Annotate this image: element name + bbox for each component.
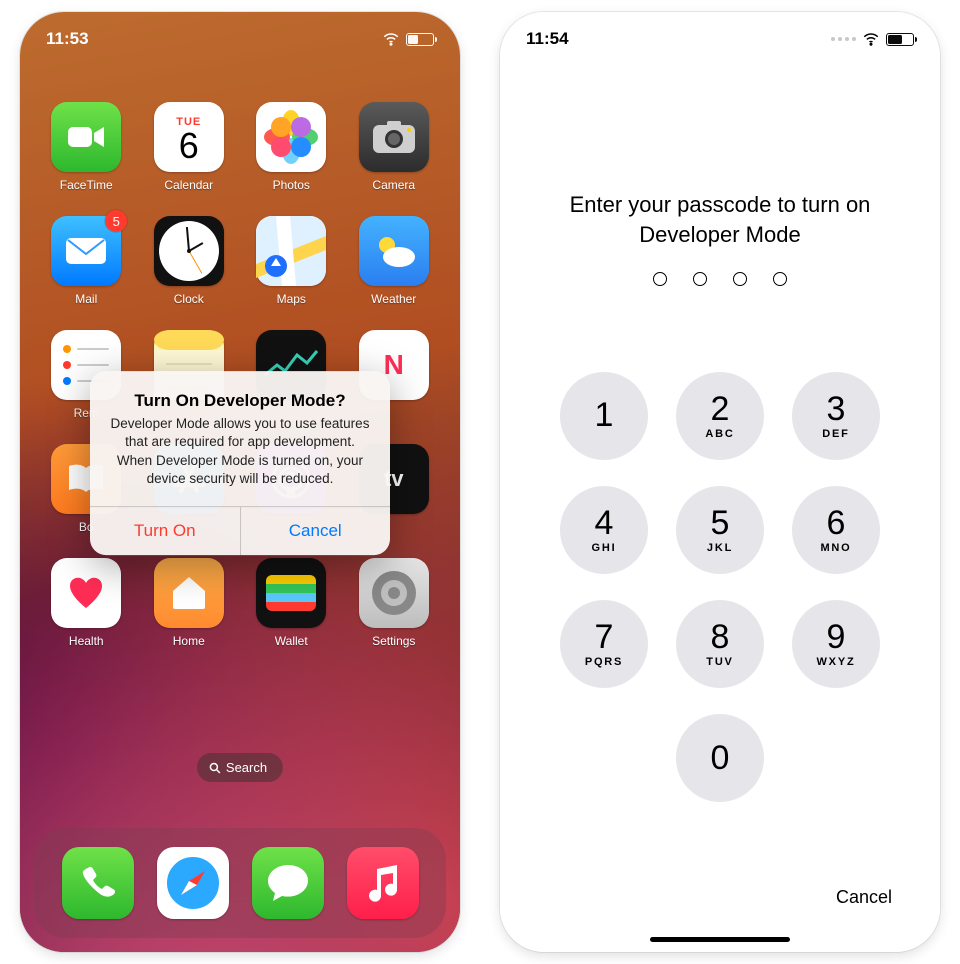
app-mail[interactable]: 5 Mail [46, 216, 127, 306]
app-label: Mail [75, 292, 97, 306]
weather-icon [359, 216, 429, 286]
app-label: Photos [273, 178, 310, 192]
battery-icon [406, 33, 434, 46]
key-7[interactable]: 7PQRS [560, 600, 648, 688]
passcode-cancel-button[interactable]: Cancel [836, 887, 892, 908]
wifi-icon [382, 30, 400, 48]
status-bar: 11:53 [20, 12, 460, 66]
status-time: 11:54 [526, 29, 569, 49]
passcode-dot [653, 272, 667, 286]
key-1[interactable]: 1 [560, 372, 648, 460]
app-calendar[interactable]: TUE 6 Calendar [149, 102, 230, 192]
dock-messages[interactable] [252, 847, 324, 919]
battery-icon [886, 33, 914, 46]
app-photos[interactable]: Photos [251, 102, 332, 192]
dock-phone[interactable] [62, 847, 134, 919]
wifi-icon [862, 30, 880, 48]
health-icon [51, 558, 121, 628]
key-3[interactable]: 3DEF [792, 372, 880, 460]
app-maps[interactable]: Maps [251, 216, 332, 306]
dock-safari[interactable] [157, 847, 229, 919]
app-camera[interactable]: Camera [354, 102, 435, 192]
passcode-dot [693, 272, 707, 286]
key-4[interactable]: 4GHI [560, 486, 648, 574]
mail-badge: 5 [105, 210, 127, 232]
app-label: Home [173, 634, 205, 648]
dock-music[interactable] [347, 847, 419, 919]
passcode-title: Enter your passcode to turn on Developer… [500, 190, 940, 249]
app-label: Wallet [275, 634, 308, 648]
calendar-dom: 6 [179, 128, 199, 164]
home-icon [154, 558, 224, 628]
app-label: Calendar [164, 178, 213, 192]
dock [34, 828, 446, 938]
keypad: 1 2ABC 3DEF 4GHI 5JKL 6MNO 7PQRS 8TUV 9W… [500, 372, 940, 802]
app-label: Maps [277, 292, 306, 306]
camera-icon [359, 102, 429, 172]
app-weather[interactable]: Weather [354, 216, 435, 306]
alert-message: Developer Mode allows you to use feature… [90, 415, 390, 506]
app-label: Health [69, 634, 104, 648]
developer-mode-alert: Turn On Developer Mode? Developer Mode a… [90, 371, 390, 555]
key-9[interactable]: 9WXYZ [792, 600, 880, 688]
search-label: Search [226, 760, 267, 775]
status-bar: 11:54 [500, 12, 940, 66]
cellular-icon [831, 37, 856, 41]
passcode-dot [773, 272, 787, 286]
app-label: Settings [372, 634, 415, 648]
alert-turn-on-button[interactable]: Turn On [90, 507, 241, 555]
wallet-icon [256, 558, 326, 628]
search-icon [209, 762, 221, 774]
key-2[interactable]: 2ABC [676, 372, 764, 460]
news-glyph: N [384, 349, 404, 381]
key-6[interactable]: 6MNO [792, 486, 880, 574]
app-label: Camera [372, 178, 415, 192]
passcode-dots [500, 272, 940, 286]
alert-cancel-button[interactable]: Cancel [241, 507, 391, 555]
photos-icon [256, 102, 326, 172]
app-facetime[interactable]: FaceTime [46, 102, 127, 192]
settings-icon [359, 558, 429, 628]
mail-icon: 5 [51, 216, 121, 286]
calendar-icon: TUE 6 [154, 102, 224, 172]
alert-title: Turn On Developer Mode? [90, 371, 390, 415]
home-indicator[interactable] [650, 937, 790, 942]
key-5[interactable]: 5JKL [676, 486, 764, 574]
key-0[interactable]: 0 [676, 714, 764, 802]
search-pill[interactable]: Search [197, 753, 283, 782]
key-8[interactable]: 8TUV [676, 600, 764, 688]
clock-icon [154, 216, 224, 286]
app-label: Clock [174, 292, 204, 306]
facetime-icon [51, 102, 121, 172]
home-screen-phone: 11:53 FaceTime TUE 6 Calen [20, 12, 460, 952]
app-label: Weather [371, 292, 416, 306]
passcode-dot [733, 272, 747, 286]
app-wallet[interactable]: Wallet [251, 558, 332, 648]
app-health[interactable]: Health [46, 558, 127, 648]
passcode-screen: 11:54 Enter your passcode to turn on Dev… [500, 12, 940, 952]
status-time: 11:53 [46, 29, 89, 49]
app-label: FaceTime [60, 178, 113, 192]
maps-icon [256, 216, 326, 286]
passcode-phone: 11:54 Enter your passcode to turn on Dev… [500, 12, 940, 952]
app-home[interactable]: Home [149, 558, 230, 648]
app-settings[interactable]: Settings [354, 558, 435, 648]
app-clock[interactable]: Clock [149, 216, 230, 306]
